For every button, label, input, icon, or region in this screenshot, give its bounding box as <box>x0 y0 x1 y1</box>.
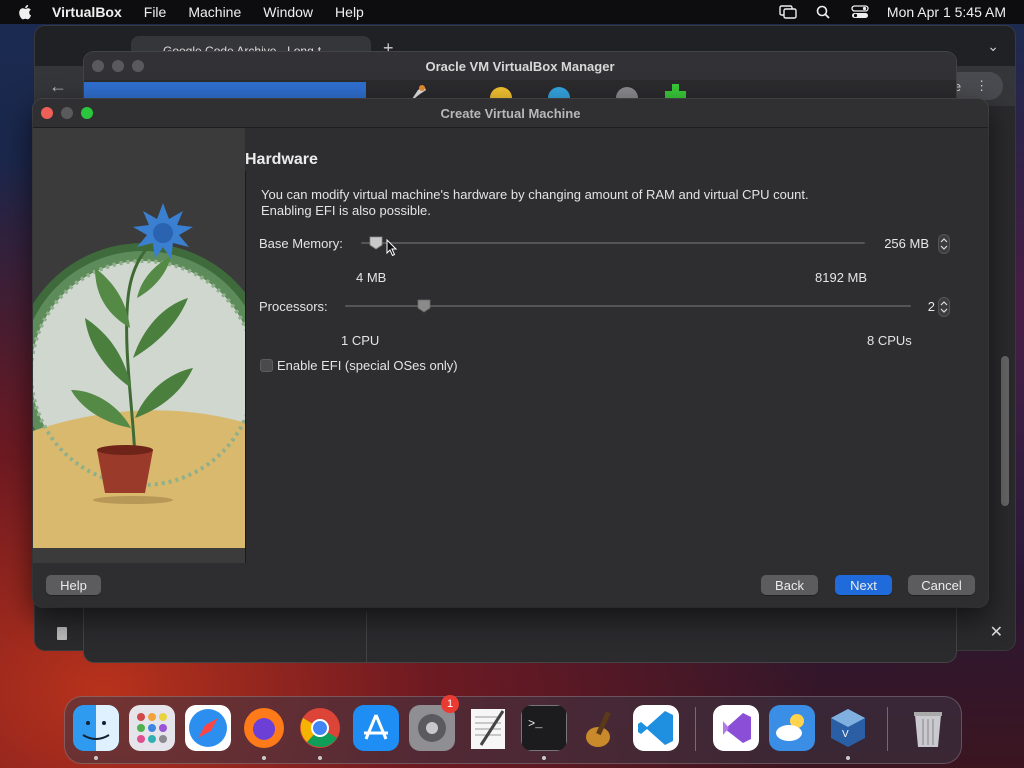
help-button[interactable]: Help <box>46 575 101 595</box>
terminal-icon[interactable]: >_ <box>521 705 567 751</box>
weather-icon[interactable] <box>769 705 815 751</box>
base-memory-slider-thumb[interactable] <box>369 236 383 250</box>
minimize-dot[interactable] <box>112 60 124 72</box>
page-description: You can modify virtual machine's hardwar… <box>261 187 901 219</box>
dialog-window-controls <box>41 107 93 119</box>
close-dot[interactable] <box>92 60 104 72</box>
menu-app-name[interactable]: VirtualBox <box>52 4 122 20</box>
back-arrow-icon[interactable]: ← <box>49 76 67 97</box>
enable-efi-label[interactable]: Enable EFI (special OSes only) <box>277 358 458 373</box>
minimize-button[interactable] <box>61 107 73 119</box>
base-memory-max-label: 8192 MB <box>815 270 868 285</box>
svg-text:V: V <box>842 729 849 740</box>
create-vm-dialog: Create Virtual Machine Hardware You can … <box>33 99 988 607</box>
firefox-running-dot <box>262 756 266 760</box>
terminal-running-dot <box>542 756 546 760</box>
processors-slider-thumb[interactable] <box>417 299 431 313</box>
visual-studio-icon[interactable] <box>713 705 759 751</box>
finder-icon[interactable] <box>73 705 119 751</box>
wizard-illustration <box>33 128 245 563</box>
notification-badge: 1 <box>441 695 459 713</box>
base-memory-min-label: 4 MB <box>356 270 387 285</box>
processors-value[interactable]: 2 <box>913 299 935 314</box>
base-memory-label: Base Memory: <box>259 236 343 251</box>
firefox-icon[interactable] <box>241 705 287 751</box>
svg-text:>_: >_ <box>528 717 543 731</box>
dock-separator <box>695 707 696 751</box>
zoom-dot[interactable] <box>132 60 144 72</box>
dialog-titlebar: Create Virtual Machine <box>33 99 988 128</box>
illustration-separator <box>245 171 246 563</box>
menu-help[interactable]: Help <box>335 4 364 20</box>
base-memory-value[interactable]: 256 MB <box>865 236 929 251</box>
base-memory-stepper[interactable] <box>938 234 950 254</box>
menu-window[interactable]: Window <box>263 4 313 20</box>
processors-max-label: 8 CPUs <box>867 333 912 348</box>
menu-machine[interactable]: Machine <box>188 4 241 20</box>
manager-title: Oracle VM VirtualBox Manager <box>425 58 615 74</box>
browser-scrollbar[interactable] <box>1001 356 1009 506</box>
description-line-2: Enabling EFI is also possible. <box>261 203 431 218</box>
safari-icon[interactable] <box>185 705 231 751</box>
more-vert-icon: ⋮ <box>975 78 989 93</box>
enable-efi-checkbox[interactable] <box>260 359 273 372</box>
page-heading: Hardware <box>245 151 318 168</box>
dock: 1 >_ V <box>64 695 962 764</box>
app-store-icon[interactable] <box>353 705 399 751</box>
vscode-icon[interactable] <box>633 705 679 751</box>
menu-bar: VirtualBox File Machine Window Help Mon … <box>0 0 1024 24</box>
dock-separator-2 <box>887 707 888 751</box>
virtualbox-running-dot <box>846 756 850 760</box>
launchpad-icon[interactable] <box>129 705 175 751</box>
base-memory-slider[interactable] <box>361 242 865 244</box>
close-icon[interactable]: ✕ <box>990 622 1003 642</box>
screen-mirroring-icon[interactable] <box>779 5 797 19</box>
description-line-1: You can modify virtual machine's hardwar… <box>261 187 809 202</box>
chevron-down-icon[interactable]: ⌄ <box>987 38 999 55</box>
close-button[interactable] <box>41 107 53 119</box>
trash-icon[interactable] <box>905 705 951 751</box>
virtualbox-icon[interactable]: V <box>825 705 871 751</box>
spotlight-search-icon[interactable] <box>815 5 833 19</box>
dialog-title: Create Virtual Machine <box>440 105 581 121</box>
cancel-button[interactable]: Cancel <box>908 575 975 595</box>
mouse-pointer-icon <box>386 239 398 257</box>
next-button[interactable]: Next <box>835 575 892 595</box>
apple-icon[interactable] <box>18 4 32 20</box>
processors-stepper[interactable] <box>938 297 950 317</box>
menu-file[interactable]: File <box>144 4 167 20</box>
menu-clock[interactable]: Mon Apr 1 5:45 AM <box>887 4 1006 20</box>
finder-running-dot <box>94 756 98 760</box>
chrome-icon[interactable] <box>297 705 343 751</box>
manager-window-controls <box>92 60 144 72</box>
back-button[interactable]: Back <box>761 575 818 595</box>
processors-label: Processors: <box>259 299 328 314</box>
processors-min-label: 1 CPU <box>341 333 380 348</box>
control-center-icon[interactable] <box>851 5 869 19</box>
textedit-icon[interactable] <box>465 705 511 751</box>
garageband-icon[interactable] <box>577 705 623 751</box>
document-icon[interactable] <box>57 627 67 640</box>
chrome-running-dot <box>318 756 322 760</box>
zoom-button[interactable] <box>81 107 93 119</box>
manager-titlebar: Oracle VM VirtualBox Manager <box>84 52 956 80</box>
manager-divider <box>366 612 367 662</box>
